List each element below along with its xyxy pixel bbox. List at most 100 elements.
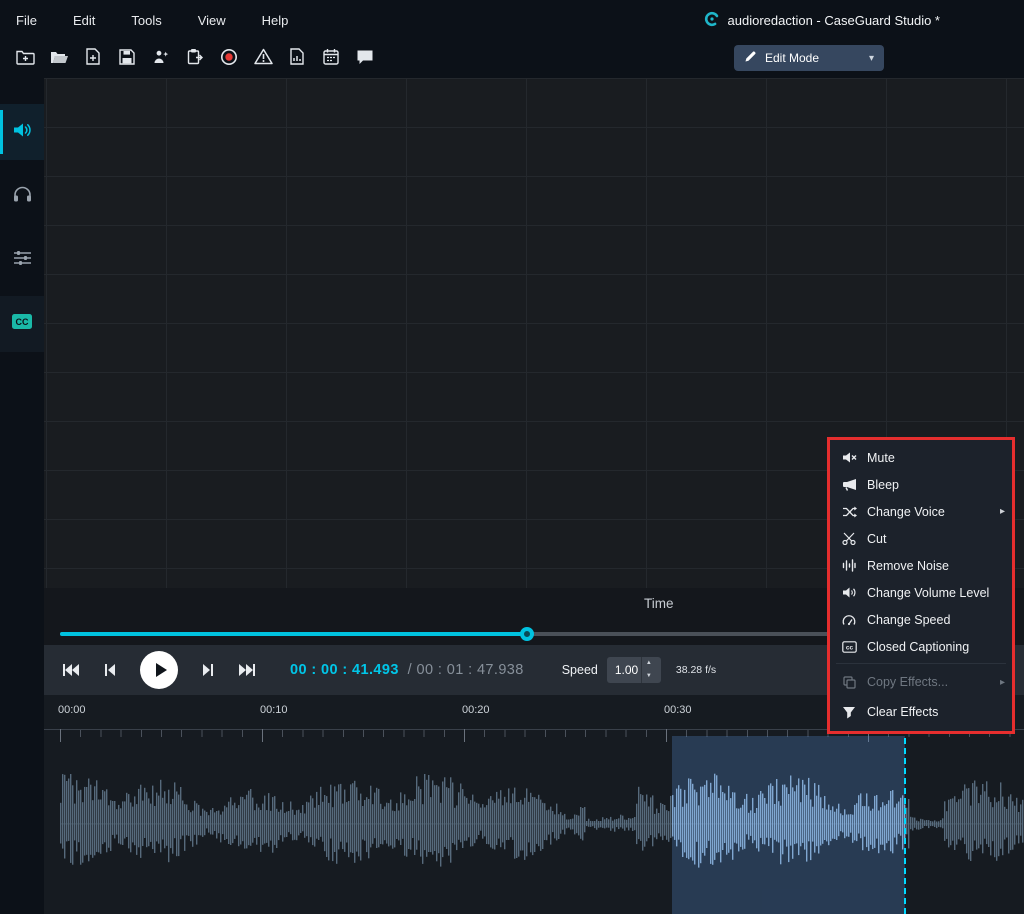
context-menu-item-closed-captioning[interactable]: cc Closed Captioning [830,633,1012,660]
context-menu-label: Change Volume Level [867,586,989,600]
export-copy-icon [187,48,204,70]
clear-effects-icon [841,706,857,719]
sidebar-item-headphones[interactable] [0,168,44,224]
context-menu-item-change-speed[interactable]: Change Speed [830,606,1012,633]
context-menu-label: Closed Captioning [867,640,969,654]
record-icon [220,48,238,71]
open-folder-icon [50,49,69,70]
save-button[interactable] [110,44,144,74]
cc-icon: CC [11,313,33,335]
context-menu-label: Mute [867,451,895,465]
sidebar-item-effects[interactable] [0,232,44,288]
add-folder-button[interactable] [8,44,42,74]
context-menu-label: Change Speed [867,613,950,627]
context-menu-item-clear-effects[interactable]: Clear Effects [830,697,1012,727]
edit-mode-label: Edit Mode [765,51,819,65]
tick-label: 00:00 [58,704,86,716]
change-voice-icon [841,506,857,518]
menu-edit[interactable]: Edit [73,13,95,28]
open-folder-button[interactable] [42,44,76,74]
warning-button[interactable] [246,44,280,74]
copy-icon [841,676,857,689]
warning-icon [254,48,273,70]
next-frame-button[interactable] [202,663,214,677]
menu-file[interactable]: File [16,13,37,28]
context-menu-item-remove-noise[interactable]: Remove Noise [830,552,1012,579]
context-menu-label: Remove Noise [867,559,949,573]
tick-label: 00:30 [664,704,692,716]
closed-captioning-icon: cc [841,641,857,653]
tick-label: 00:10 [260,704,288,716]
speed-input[interactable] [607,663,641,677]
chevron-down-icon: ▾ [869,53,874,64]
play-button[interactable] [140,651,178,689]
time-axis-label: Time [644,596,674,611]
context-menu-item-bleep[interactable]: Bleep [830,471,1012,498]
pencil-icon [744,50,757,66]
stepper-up-icon[interactable]: ▲ [642,657,656,670]
comments-button[interactable] [348,44,382,74]
export-copy-button[interactable] [178,44,212,74]
stepper-down-icon[interactable]: ▼ [642,670,656,683]
previous-icon [104,663,116,677]
skip-to-end-button[interactable] [238,663,256,677]
add-file-button[interactable] [76,44,110,74]
skip-to-start-button[interactable] [62,663,80,677]
context-menu-item-copy-effects: Copy Effects... ▸ [830,667,1012,697]
waveform-selection[interactable] [672,736,905,914]
submenu-arrow-icon: ▸ [1000,506,1005,517]
submenu-arrow-icon: ▸ [1000,677,1005,688]
add-folder-icon [16,49,35,70]
menu-help[interactable]: Help [262,13,289,28]
time-separator: / [408,662,412,678]
time-display: 00 : 00 : 41.493 / 00 : 01 : 47.938 [290,662,524,678]
sidebar-item-closed-captions[interactable]: CC [0,296,44,352]
skip-end-icon [238,663,256,677]
window-title-text: audioredaction - CaseGuard Studio * [728,13,940,28]
comments-icon [356,49,374,70]
toolbar: Edit Mode ▾ [0,40,1024,78]
report-button[interactable] [280,44,314,74]
context-menu-item-change-volume-level[interactable]: Change Volume Level [830,579,1012,606]
sliders-icon [13,250,32,271]
seek-handle[interactable] [520,627,534,641]
effects-context-menu: Mute Bleep Change Voice ▸ Cut Remove Noi… [827,437,1015,734]
speedometer-icon [841,613,857,626]
context-menu-item-mute[interactable]: Mute [830,444,1012,471]
seek-progress [60,632,527,636]
ai-detect-button[interactable] [144,44,178,74]
window-title: audioredaction - CaseGuard Studio * [704,0,940,40]
edit-mode-dropdown[interactable]: Edit Mode ▾ [734,45,884,71]
speed-control: Speed ▲ ▼ 38.28 f/s [562,657,716,683]
headphones-icon [13,185,32,207]
sidebar-item-audio[interactable] [0,104,44,160]
menubar: File Edit Tools View Help audioredaction… [0,0,1024,40]
menu-separator [836,663,1006,664]
current-time: 00 : 00 : 41.493 [290,662,399,678]
svg-text:CC: CC [16,317,29,327]
menu-view[interactable]: View [198,13,226,28]
svg-text:cc: cc [845,644,853,651]
speed-label: Speed [562,663,598,677]
report-icon [290,48,304,70]
calendar-button[interactable] [314,44,348,74]
cut-icon [841,532,857,545]
volume-icon [841,586,857,599]
mute-icon [841,451,857,464]
context-menu-label: Bleep [867,478,899,492]
calendar-icon [323,48,339,70]
context-menu-item-change-voice[interactable]: Change Voice ▸ [830,498,1012,525]
record-button[interactable] [212,44,246,74]
context-menu-label: Copy Effects... [867,675,948,689]
speaker-icon [12,121,32,144]
previous-frame-button[interactable] [104,663,116,677]
speed-stepper[interactable]: ▲ ▼ [641,657,656,683]
bleep-icon [841,478,857,491]
context-menu-label: Cut [867,532,886,546]
context-menu-item-cut[interactable]: Cut [830,525,1012,552]
skip-start-icon [62,663,80,677]
sidebar: CC [0,78,44,914]
playhead-line[interactable] [904,728,906,914]
menu-tools[interactable]: Tools [131,13,161,28]
total-time: 00 : 01 : 47.938 [417,662,524,678]
